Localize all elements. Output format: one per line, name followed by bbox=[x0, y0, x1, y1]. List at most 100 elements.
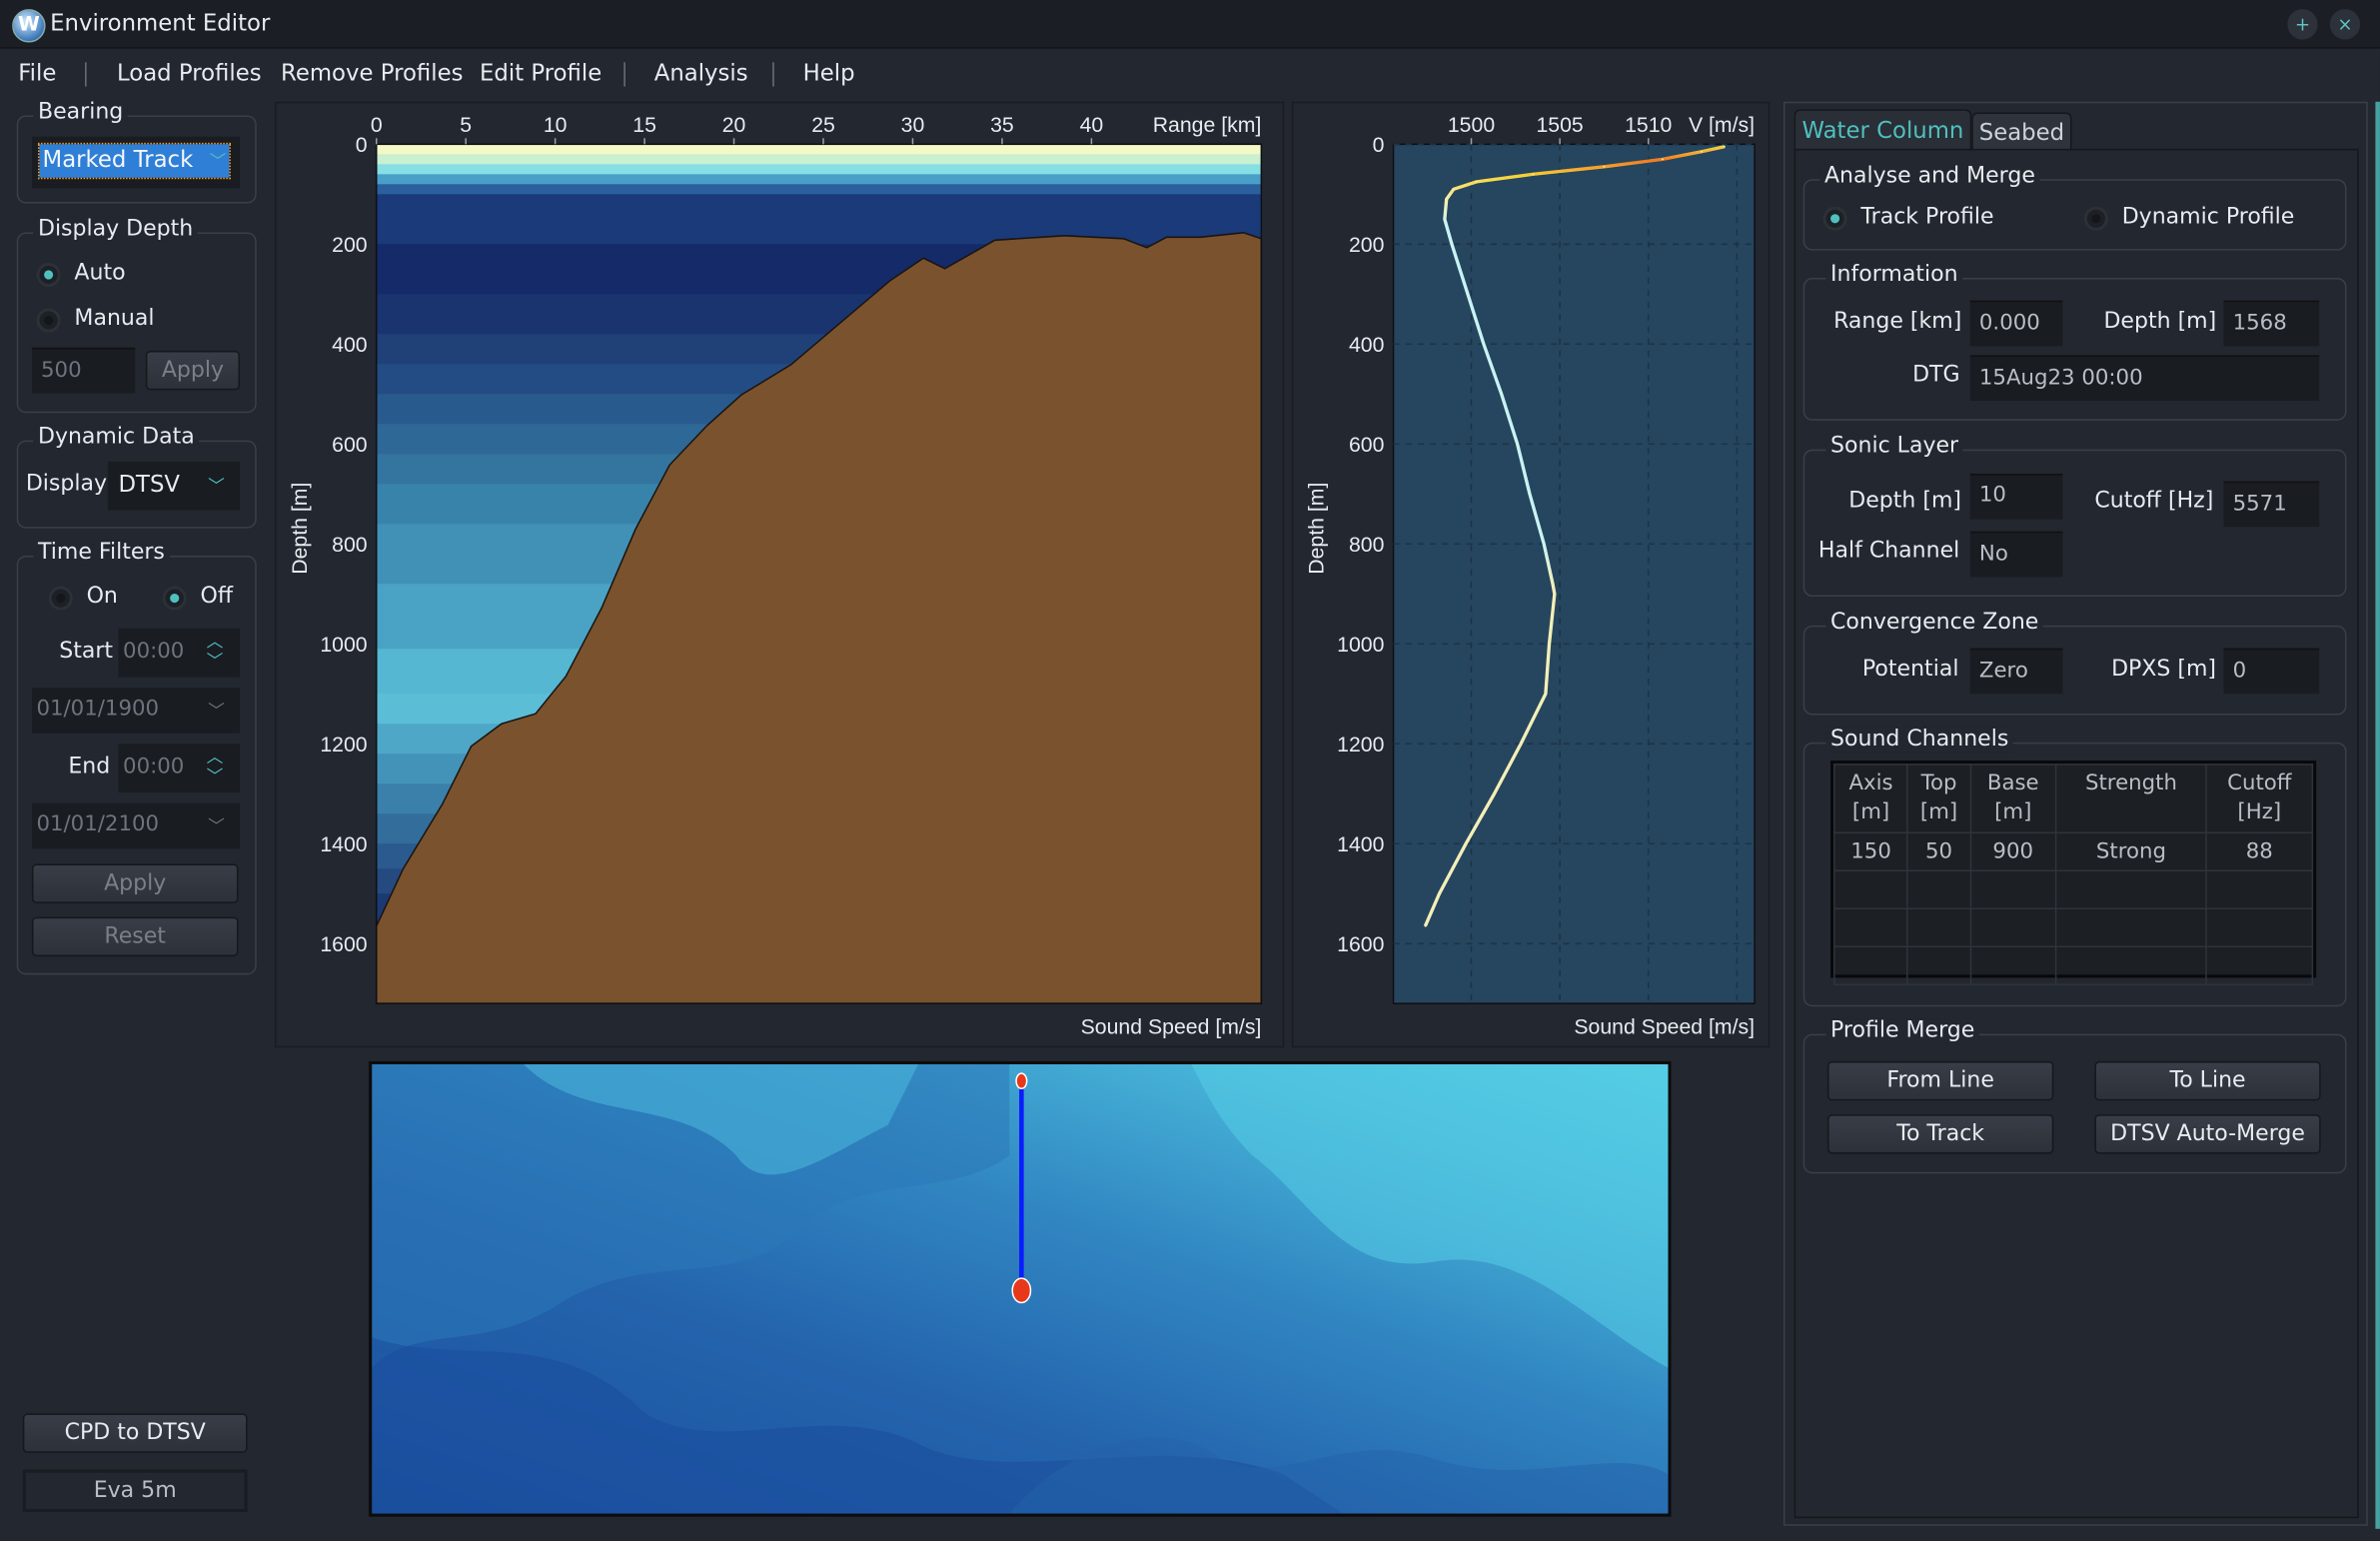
from-line-button[interactable]: From Line bbox=[1826, 1060, 2054, 1101]
depth-auto-radio[interactable] bbox=[36, 262, 61, 288]
track-end-marker[interactable] bbox=[1011, 1277, 1032, 1304]
manual-depth-input[interactable]: 500 bbox=[31, 347, 136, 394]
cpd-to-dtsv-button[interactable]: CPD to DTSV bbox=[22, 1413, 248, 1453]
track-start-marker[interactable] bbox=[1015, 1072, 1028, 1090]
bearing-dropdown[interactable]: Marked Track ﹀ bbox=[31, 136, 241, 189]
menu-help[interactable]: Help bbox=[803, 59, 855, 86]
bottom-axis-label: Sound Speed [m/s] bbox=[1574, 1015, 1755, 1039]
dynamic-profile-label: Dynamic Profile bbox=[2121, 205, 2295, 230]
header-unit: [m] bbox=[1994, 799, 2032, 824]
info-depth-field: 1568 bbox=[2223, 300, 2320, 347]
table-cell[interactable] bbox=[1906, 907, 1971, 947]
table-cell[interactable] bbox=[2054, 945, 2208, 985]
table-row[interactable] bbox=[1833, 869, 2314, 910]
track-profile-radio[interactable] bbox=[1822, 206, 1847, 231]
table-cell[interactable] bbox=[2054, 869, 2208, 910]
table-cell[interactable] bbox=[1969, 869, 2057, 910]
spin-down-icon[interactable]: ﹀ bbox=[207, 764, 224, 787]
display-dropdown[interactable]: DTSV ﹀ bbox=[107, 461, 241, 511]
sonic-layer-title: Sonic Layer bbox=[1825, 434, 1963, 459]
time-filter-apply-button[interactable]: Apply bbox=[31, 863, 239, 903]
dtg-label: DTG bbox=[1912, 363, 1960, 388]
table-cell[interactable] bbox=[2205, 869, 2314, 910]
y-tick-label: 0 bbox=[356, 133, 368, 157]
potential-field: Zero bbox=[1969, 648, 2063, 695]
table-cell[interactable]: 150 bbox=[1833, 831, 1909, 872]
maximize-button[interactable]: + bbox=[2287, 9, 2318, 40]
table-cell[interactable] bbox=[2054, 907, 2208, 947]
table-cell[interactable]: Strong bbox=[2054, 831, 2208, 872]
table-cell[interactable] bbox=[1969, 945, 2057, 985]
tab-water-column[interactable]: Water Column bbox=[1793, 109, 1972, 151]
table-row[interactable]: 150 50 900 Strong 88 bbox=[1833, 831, 2314, 872]
sound-speed-point bbox=[1500, 393, 1503, 396]
sound-speed-profile-chart[interactable]: 1500 1505 1510 V [m/s] 0 200 400 600 800 1000 1200… bbox=[1293, 103, 1768, 1045]
depth-manual-radio[interactable] bbox=[36, 308, 61, 333]
bathymetry-map[interactable] bbox=[369, 1060, 1672, 1517]
y-tick-label: 1600 bbox=[320, 932, 367, 956]
end-date-picker[interactable]: 01/01/2100 ﹀ bbox=[31, 802, 241, 849]
to-track-button[interactable]: To Track bbox=[1826, 1114, 2054, 1154]
half-channel-field: No bbox=[1969, 531, 2063, 578]
to-line-button[interactable]: To Line bbox=[2094, 1060, 2321, 1101]
table-cell[interactable]: 88 bbox=[2205, 831, 2314, 872]
menu-edit-profile[interactable]: Edit Profile bbox=[480, 59, 601, 86]
menu-load-profiles[interactable]: Load Profiles bbox=[117, 59, 262, 86]
start-time-spinbox[interactable]: 00:00 ︿ ﹀ bbox=[118, 628, 241, 678]
x-axis-label: Range [km] bbox=[1153, 113, 1262, 137]
tab-seabed[interactable]: Seabed bbox=[1971, 112, 2072, 151]
menu-analysis[interactable]: Analysis bbox=[654, 59, 748, 86]
table-cell[interactable]: 50 bbox=[1906, 831, 1971, 872]
table-header-cell[interactable]: Strength bbox=[2054, 764, 2208, 834]
table-cell[interactable] bbox=[2205, 907, 2314, 947]
sound-speed-point bbox=[1438, 892, 1441, 895]
water-layer bbox=[376, 184, 1262, 196]
table-header-cell[interactable]: Cutoff [Hz] bbox=[2205, 764, 2314, 834]
start-date-picker[interactable]: 01/01/1900 ﹀ bbox=[31, 688, 241, 734]
close-button[interactable]: × bbox=[2329, 9, 2361, 40]
time-filter-reset-button[interactable]: Reset bbox=[31, 916, 239, 957]
water-layer bbox=[376, 194, 1262, 246]
sound-speed-point bbox=[1516, 443, 1519, 446]
table-cell[interactable] bbox=[2205, 945, 2314, 985]
potential-label: Potential bbox=[1861, 657, 1959, 683]
information-title: Information bbox=[1825, 262, 1963, 288]
table-cell[interactable] bbox=[1969, 907, 2057, 947]
table-cell[interactable]: 900 bbox=[1969, 831, 2057, 872]
profile-chart-frame: 1500 1505 1510 V [m/s] 0 200 400 600 800 1000 1200… bbox=[1291, 101, 1771, 1048]
table-header-cell[interactable]: Top [m] bbox=[1906, 764, 1971, 834]
spin-down-icon[interactable]: ﹀ bbox=[207, 649, 224, 673]
section-chart[interactable]: 0 5 10 15 20 25 30 35 40 Range [km] 0 200 400 600 800 1… bbox=[276, 103, 1282, 1045]
display-depth-title: Display Depth bbox=[33, 217, 198, 242]
dynamic-profile-radio[interactable] bbox=[2083, 206, 2109, 231]
x-tick-label: 1505 bbox=[1536, 113, 1583, 137]
sound-speed-point bbox=[1700, 150, 1703, 153]
sound-channels-table[interactable]: Axis [m] Top [m] Base [m] Strength Cutoff [Hz] … bbox=[1830, 761, 2317, 985]
bathymetry-map-canvas[interactable] bbox=[372, 1063, 1669, 1514]
table-cell[interactable] bbox=[1833, 907, 1909, 947]
sound-speed-point bbox=[1493, 792, 1496, 795]
table-header-cell[interactable]: Axis [m] bbox=[1833, 764, 1909, 834]
table-row[interactable] bbox=[1833, 945, 2314, 985]
time-filter-on-radio[interactable] bbox=[48, 586, 73, 611]
dtg-field: 15Aug23 00:00 bbox=[1969, 355, 2320, 402]
table-header-cell[interactable]: Base [m] bbox=[1969, 764, 2057, 834]
time-filter-off-radio[interactable] bbox=[162, 586, 187, 611]
y-tick-label: 800 bbox=[332, 533, 367, 557]
y-tick-label: 0 bbox=[1373, 133, 1385, 157]
sound-channels-title: Sound Channels bbox=[1825, 727, 2013, 753]
end-time-spinbox[interactable]: 00:00 ︿ ﹀ bbox=[118, 744, 241, 793]
table-cell[interactable] bbox=[1906, 945, 1971, 985]
table-cell[interactable] bbox=[1906, 869, 1971, 910]
table-cell[interactable] bbox=[1833, 869, 1909, 910]
menu-file[interactable]: File bbox=[18, 59, 56, 86]
menu-remove-profiles[interactable]: Remove Profiles bbox=[281, 59, 463, 86]
x-tick-label: 25 bbox=[811, 113, 835, 137]
dtsv-auto-merge-button[interactable]: DTSV Auto-Merge bbox=[2094, 1114, 2321, 1154]
table-row[interactable] bbox=[1833, 907, 2314, 947]
y-tick-label: 1200 bbox=[320, 733, 367, 757]
chevron-down-icon: ﹀ bbox=[208, 477, 225, 497]
bearing-title: Bearing bbox=[33, 100, 128, 125]
table-cell[interactable] bbox=[1833, 945, 1909, 985]
depth-apply-button[interactable]: Apply bbox=[145, 350, 241, 391]
